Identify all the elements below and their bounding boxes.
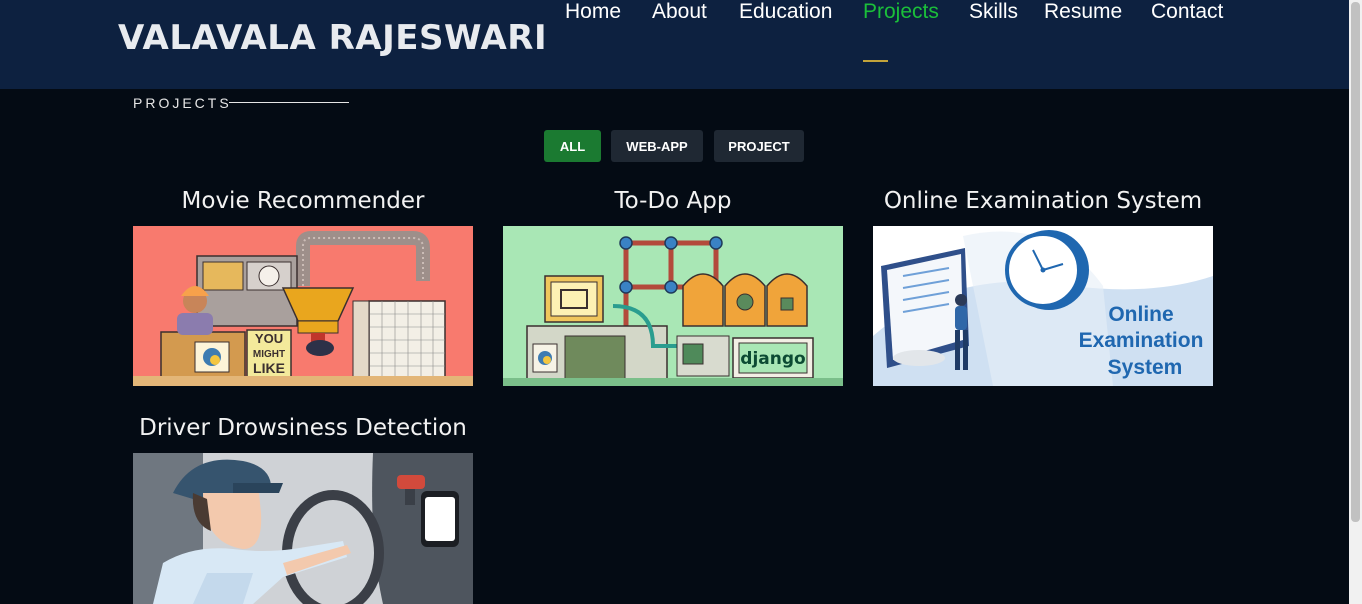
nav-contact[interactable]: Contact [1151, 0, 1223, 24]
project-image-movie-recommender[interactable]: YOU MIGHT LIKE [133, 226, 473, 386]
project-image-todo-app[interactable]: django [503, 226, 843, 386]
project-title-movie-recommender[interactable]: Movie Recommender [133, 188, 473, 214]
exam-image-text-system: System [1108, 356, 1183, 379]
site-logo[interactable]: VALAVALA RAJESWARI [118, 18, 547, 58]
nav-home[interactable]: Home [565, 0, 621, 24]
exam-image-text-online: Online [1108, 303, 1173, 326]
filter-project-button[interactable]: PROJECT [714, 130, 804, 162]
project-image-driver-drowsiness-detection[interactable] [133, 453, 473, 604]
nav-projects[interactable]: Projects [863, 0, 939, 24]
nav-skills[interactable]: Skills [969, 0, 1018, 24]
project-title-online-examination-system[interactable]: Online Examination System [873, 188, 1213, 214]
nav-education[interactable]: Education [739, 0, 832, 24]
nav-about[interactable]: About [652, 0, 707, 24]
section-title: PROJECTS [133, 95, 232, 111]
filter-all-button[interactable]: ALL [544, 130, 601, 162]
nav-resume[interactable]: Resume [1044, 0, 1122, 24]
site-header: VALAVALA RAJESWARI Home About Education … [0, 0, 1349, 89]
project-title-driver-drowsiness-detection[interactable]: Driver Drowsiness Detection [133, 415, 473, 441]
scrollbar-thumb[interactable] [1351, 2, 1360, 522]
project-title-todo-app[interactable]: To-Do App [503, 188, 843, 214]
section-title-divider [229, 102, 349, 103]
exam-image-text-examination: Examination [1079, 329, 1204, 352]
movie-image-text-might: MIGHT [253, 349, 285, 360]
movie-image-text-you: YOU [255, 331, 283, 346]
todo-image-django-text: django [740, 349, 805, 369]
page-scrollbar[interactable] [1349, 0, 1362, 604]
nav-active-underline [863, 60, 888, 62]
filter-web-app-button[interactable]: WEB-APP [611, 130, 703, 162]
project-image-online-examination-system[interactable]: Online Examination System [873, 226, 1213, 386]
movie-image-text-like: LIKE [253, 360, 285, 376]
